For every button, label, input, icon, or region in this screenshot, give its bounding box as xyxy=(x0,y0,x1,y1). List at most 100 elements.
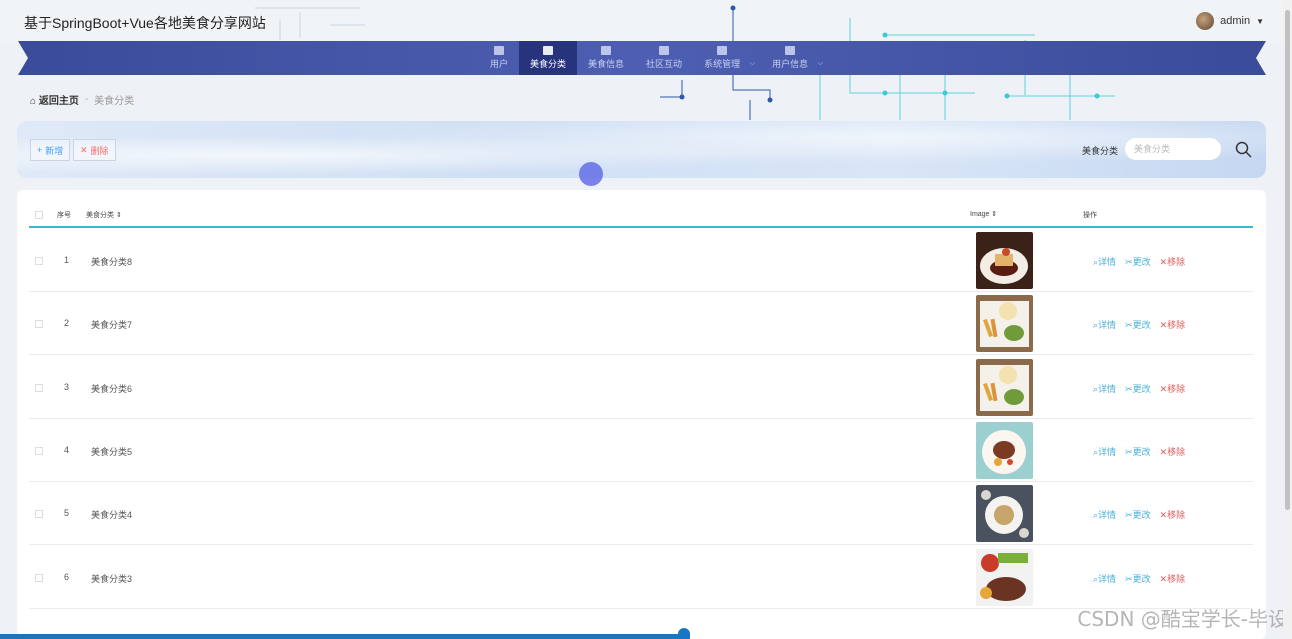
nav-items: 用户 美食分类 美食信息 社区互动 系统管理 ⌵ 用户信息 ⌵ xyxy=(479,41,829,75)
remove-button[interactable]: ✕移除 xyxy=(1160,508,1186,521)
detail-button[interactable]: ⌕详情 xyxy=(1093,255,1116,268)
detail-button[interactable]: ⌕详情 xyxy=(1093,572,1116,585)
row-name: 美食分类5 xyxy=(91,446,133,457)
detail-button-label: 详情 xyxy=(1098,510,1117,521)
row-checkbox[interactable] xyxy=(35,320,43,329)
detail-button[interactable]: ⌕详情 xyxy=(1093,508,1116,521)
user-menu[interactable]: admin ▼ xyxy=(1196,12,1264,30)
close-icon: ✕ xyxy=(80,144,88,155)
delete-button[interactable]: ✕ 删除 xyxy=(73,139,116,161)
header-image-label: Image xyxy=(970,211,990,218)
row-index: 3 xyxy=(64,381,70,392)
header-name[interactable]: 美食分类 ⇕ xyxy=(86,210,122,220)
nav-item-5[interactable]: 用户信息 ⌵ xyxy=(761,41,823,75)
edit-button[interactable]: ✂更改 xyxy=(1125,445,1151,458)
detail-button[interactable]: ⌕详情 xyxy=(1093,382,1116,395)
detail-button[interactable]: ⌕详情 xyxy=(1093,445,1116,458)
data-table: 序号 美食分类 ⇕ Image ⇕ 操作 1 美食分类8 ⌕详情 ✂更改 ✕移除 2 美食分… xyxy=(17,190,1266,639)
search-label: 美食分类 xyxy=(1082,146,1119,156)
select-all-checkbox[interactable] xyxy=(35,211,43,219)
nav-item-label: 美食信息 xyxy=(588,59,625,69)
site-title: 基于SpringBoot+Vue各地美食分享网站 xyxy=(24,15,266,31)
sort-icon[interactable]: ⇕ xyxy=(116,212,122,219)
edit-button[interactable]: ✂更改 xyxy=(1125,382,1151,395)
sort-icon[interactable]: ⇕ xyxy=(991,211,997,218)
nav-item-label: 社区互动 xyxy=(646,59,683,69)
search-input[interactable] xyxy=(1125,138,1221,160)
row-checkbox[interactable] xyxy=(35,446,43,455)
breadcrumb: ⌂ 返回主页 - 美食分类 xyxy=(30,92,134,107)
remove-button[interactable]: ✕移除 xyxy=(1160,382,1186,395)
user-name[interactable]: admin xyxy=(1220,15,1250,27)
row-actions: ⌕详情 ✂更改 ✕移除 xyxy=(1093,572,1185,585)
chevron-down-icon: ⌵ xyxy=(749,60,756,67)
avatar[interactable] xyxy=(1196,12,1215,30)
remove-button[interactable]: ✕移除 xyxy=(1160,255,1186,268)
detail-button-label: 详情 xyxy=(1098,446,1117,457)
nav-item-3[interactable]: 社区互动 xyxy=(635,41,693,75)
remove-button[interactable]: ✕移除 xyxy=(1160,445,1186,458)
remove-button-label: 移除 xyxy=(1167,257,1186,267)
row-checkbox[interactable] xyxy=(35,510,43,519)
row-actions: ⌕详情 ✂更改 ✕移除 xyxy=(1093,382,1185,395)
remove-button[interactable]: ✕移除 xyxy=(1160,572,1186,585)
nav-item-2[interactable]: 美食信息 xyxy=(577,41,635,75)
row-checkbox[interactable] xyxy=(35,573,43,582)
edit-button[interactable]: ✂更改 xyxy=(1125,318,1151,331)
table-row: 4 美食分类5 ⌕详情 ✂更改 ✕移除 xyxy=(29,419,1253,482)
nav-item-0[interactable]: 用户 xyxy=(479,41,519,75)
detail-button-label: 详情 xyxy=(1098,573,1117,584)
row-index: 4 xyxy=(64,444,70,455)
row-image xyxy=(976,421,1033,479)
caret-down-icon[interactable]: ▼ xyxy=(1256,17,1264,26)
scrollbar[interactable] xyxy=(1283,0,1292,639)
row-image xyxy=(976,485,1033,543)
remove-button[interactable]: ✕移除 xyxy=(1160,318,1186,331)
edit-button-label: 更改 xyxy=(1132,257,1151,267)
row-index: 1 xyxy=(64,255,70,265)
row-name: 美食分类8 xyxy=(91,257,133,267)
detail-button-label: 详情 xyxy=(1098,257,1117,267)
edit-button[interactable]: ✂更改 xyxy=(1125,572,1151,585)
row-checkbox[interactable] xyxy=(35,257,43,265)
add-button-label: 新增 xyxy=(45,145,64,156)
nav-item-1[interactable]: 美食分类 xyxy=(519,41,578,75)
wrench-icon: ✂ xyxy=(1125,383,1133,394)
nav-item-4[interactable]: 系统管理 ⌵ xyxy=(693,41,755,75)
row-name: 美食分类4 xyxy=(91,510,133,521)
edit-button-label: 更改 xyxy=(1132,446,1151,457)
wrench-icon: ✂ xyxy=(1125,573,1133,584)
row-checkbox[interactable] xyxy=(35,383,43,392)
nav-item-label: 美食分类 xyxy=(530,59,567,69)
row-image xyxy=(976,232,1033,289)
search-icon[interactable] xyxy=(1234,140,1254,160)
wrench-icon: ✂ xyxy=(1125,510,1133,521)
edit-button[interactable]: ✂更改 xyxy=(1125,508,1151,521)
table-row: 6 美食分类3 ⌕详情 ✂更改 ✕移除 xyxy=(29,546,1253,609)
row-name: 美食分类6 xyxy=(91,383,133,394)
detail-button-label: 详情 xyxy=(1098,320,1117,331)
chair-icon xyxy=(543,46,554,55)
remove-button-label: 移除 xyxy=(1167,320,1186,331)
add-button[interactable]: + 新增 xyxy=(30,139,71,161)
row-actions: ⌕详情 ✂更改 ✕移除 xyxy=(1093,445,1185,458)
row-index: 6 xyxy=(64,571,70,582)
edit-button-label: 更改 xyxy=(1132,510,1151,521)
edit-button[interactable]: ✂更改 xyxy=(1125,255,1151,268)
header-name-label: 美食分类 xyxy=(86,212,114,219)
breadcrumb-home[interactable]: ⌂ 返回主页 xyxy=(30,92,79,107)
wrench-icon: ✂ xyxy=(1125,320,1133,331)
breadcrumb-current: 美食分类 xyxy=(94,96,135,107)
header-index: 序号 xyxy=(57,212,71,219)
progress-handle[interactable] xyxy=(678,628,690,639)
search-panel: + 新增 ✕ 删除 美食分类 xyxy=(17,121,1266,178)
header-image[interactable]: Image ⇕ xyxy=(970,210,997,218)
remove-button-label: 移除 xyxy=(1167,446,1186,457)
table-row: 2 美食分类7 ⌕详情 ✂更改 ✕移除 xyxy=(29,292,1253,356)
scrollbar-thumb[interactable] xyxy=(1285,10,1290,510)
breadcrumb-home-label[interactable]: 返回主页 xyxy=(39,96,79,107)
breadcrumb-separator: - xyxy=(84,94,89,105)
row-name: 美食分类7 xyxy=(91,320,133,331)
detail-button[interactable]: ⌕详情 xyxy=(1093,318,1116,331)
remove-button-label: 移除 xyxy=(1167,510,1186,521)
